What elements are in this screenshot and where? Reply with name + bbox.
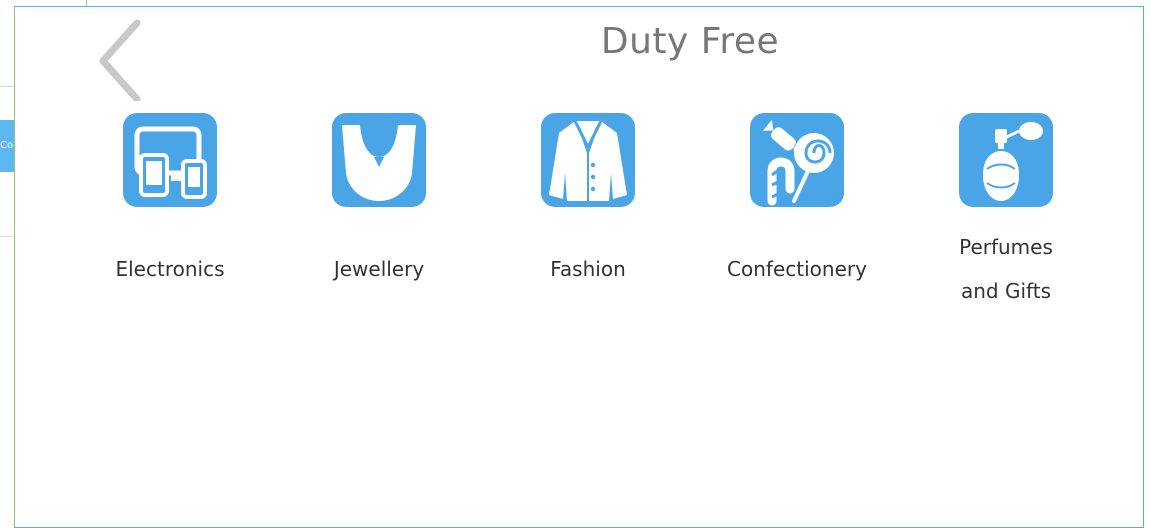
category-label-line1: Perfumes — [959, 235, 1053, 259]
category-tile — [959, 113, 1053, 207]
duty-free-panel: Duty Free Electronics Jewellery Fashion … — [14, 6, 1144, 528]
category-label: Fashion — [550, 257, 626, 281]
category-tile — [332, 113, 426, 207]
background-divider — [0, 86, 14, 87]
category-tile — [123, 113, 217, 207]
chevron-left-icon — [99, 19, 141, 103]
category-label: Confectionery — [727, 257, 867, 281]
category-label: Jewellery — [333, 257, 425, 281]
category-electronics[interactable]: Electronics — [70, 111, 270, 321]
category-jewellery[interactable]: Jewellery — [279, 111, 479, 321]
category-perfumes-and-gifts[interactable]: Perfumes and Gifts — [906, 111, 1106, 321]
category-label: Electronics — [115, 257, 225, 281]
coat-icon — [549, 120, 627, 201]
category-grid: Electronics Jewellery Fashion Confection… — [70, 111, 1120, 331]
perfume-icon — [983, 122, 1043, 201]
candy-icon — [762, 120, 834, 206]
category-label: Perfumes and Gifts — [906, 225, 1106, 313]
category-label-line2: and Gifts — [961, 279, 1051, 303]
devices-icon — [134, 126, 207, 199]
background-tab[interactable]: Co — [0, 120, 14, 172]
category-tile — [750, 113, 844, 207]
back-button[interactable] — [95, 17, 147, 103]
page-title: Duty Free — [600, 21, 780, 62]
category-fashion[interactable]: Fashion — [488, 111, 688, 321]
category-tile — [541, 113, 635, 207]
category-confectionery[interactable]: Confectionery — [697, 111, 897, 321]
background-tab-label: Co — [0, 140, 14, 151]
necklace-icon — [342, 124, 416, 201]
